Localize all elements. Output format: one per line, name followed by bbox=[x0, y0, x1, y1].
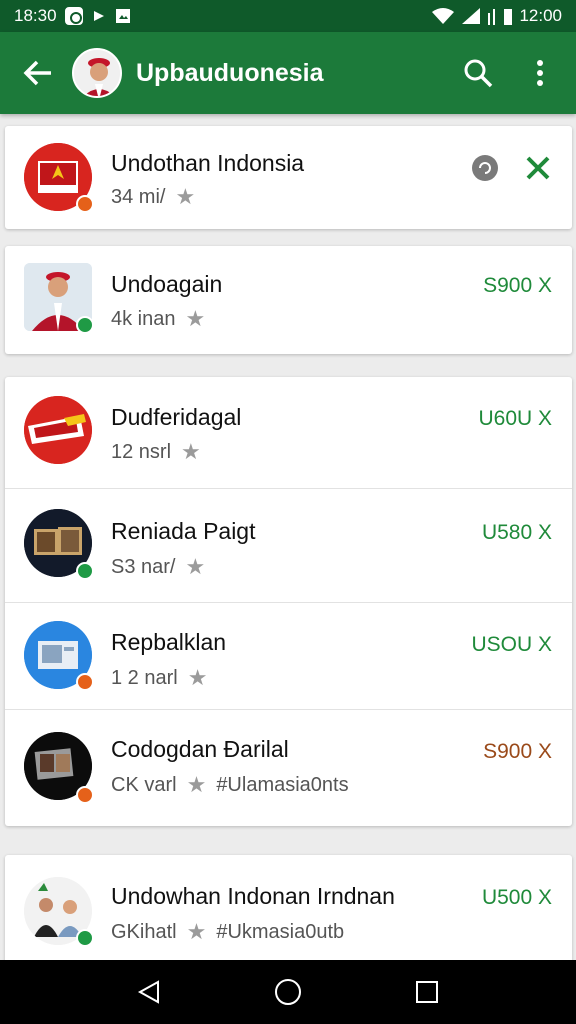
item-subtitle: CK varl ★ #Ulamasia0nts bbox=[111, 772, 349, 798]
star-icon: ★ bbox=[186, 772, 207, 797]
status-badge bbox=[76, 673, 94, 691]
item-subtitle: 12 nsrl ★ bbox=[111, 439, 201, 465]
item-price[interactable]: U580 X bbox=[482, 521, 552, 545]
notification-arrow-icon bbox=[93, 11, 104, 21]
signal-bars-icon bbox=[488, 9, 496, 25]
star-icon: ★ bbox=[187, 665, 208, 690]
overflow-menu-button[interactable] bbox=[518, 51, 562, 95]
list-item[interactable]: Repbalklan 1 2 narl ★ USOU X bbox=[5, 603, 572, 709]
item-title: Reniada Paigt bbox=[111, 518, 256, 544]
item-title: Dudferidagal bbox=[111, 404, 242, 430]
notification-app-icon bbox=[64, 7, 83, 25]
status-badge bbox=[76, 195, 94, 213]
square-recents-icon bbox=[415, 981, 438, 1003]
app-title: Upbauduonesia bbox=[136, 58, 324, 87]
item-card: Dudferidagal 12 nsrl ★ U60U X Reniada Pa… bbox=[5, 377, 572, 826]
item-price[interactable]: USOU X bbox=[471, 633, 552, 657]
sync-glyph-icon bbox=[479, 162, 491, 174]
search-button[interactable] bbox=[456, 51, 500, 95]
list-item[interactable]: Codogdan Ɖarilal CK varl ★ #Ulamasia0nts… bbox=[5, 710, 572, 826]
nav-recents-button[interactable] bbox=[407, 972, 447, 1012]
item-subtitle: 4k inan ★ bbox=[111, 306, 205, 332]
status-time-left: 18:30 bbox=[14, 6, 57, 25]
circle-home-icon bbox=[274, 979, 301, 1005]
app-bar: Upbauduonesia bbox=[0, 32, 576, 114]
item-subtitle: S3 nar/ ★ bbox=[111, 554, 205, 580]
item-hashtag[interactable]: #Ulamasia0nts bbox=[216, 774, 348, 797]
list-item[interactable]: Undothan Indonsia 34 mi/ ★ bbox=[5, 126, 572, 229]
arrow-left-icon bbox=[23, 60, 51, 86]
nav-home-button[interactable] bbox=[268, 972, 308, 1012]
item-title: Undothan Indonsia bbox=[111, 150, 305, 176]
status-bar: 18:30 12:00 bbox=[0, 0, 576, 32]
item-hashtag[interactable]: #Ukmasia0utb bbox=[216, 921, 344, 944]
item-meta: GKihatl bbox=[111, 920, 177, 943]
battery-icon bbox=[504, 9, 513, 25]
item-card: Undowhan Indonan Irndnan GKihatl ★ #Ukma… bbox=[5, 855, 572, 965]
wifi-icon bbox=[432, 8, 455, 24]
status-time-right: 12:00 bbox=[519, 6, 562, 25]
verified-badge bbox=[76, 929, 94, 947]
star-icon: ★ bbox=[175, 184, 196, 209]
person-avatar-icon bbox=[74, 50, 120, 96]
item-card: Undoagain 4k inan ★ S900 X bbox=[5, 246, 572, 354]
signal-icon bbox=[462, 8, 481, 24]
star-icon: ★ bbox=[185, 554, 206, 579]
item-subtitle: GKihatl ★ #Ukmasia0utb bbox=[111, 919, 344, 945]
item-meta: CK varl bbox=[111, 773, 177, 796]
notification-image-icon bbox=[115, 9, 130, 23]
list-item[interactable]: Reniada Paigt S3 nar/ ★ U580 X bbox=[5, 489, 572, 602]
item-meta: 4k inan bbox=[111, 307, 176, 330]
list-item[interactable]: Dudferidagal 12 nsrl ★ U60U X bbox=[5, 377, 572, 488]
item-price[interactable]: U500 X bbox=[482, 886, 552, 910]
close-icon bbox=[526, 156, 550, 180]
star-icon: ★ bbox=[186, 919, 207, 944]
list-item[interactable]: Undoagain 4k inan ★ S900 X bbox=[5, 246, 572, 354]
star-icon: ★ bbox=[181, 439, 201, 464]
item-subtitle: 34 mi/ ★ bbox=[111, 184, 195, 210]
item-title: Undowhan Indonan Irndnan bbox=[111, 883, 395, 909]
system-nav-bar bbox=[0, 960, 576, 1024]
star-icon: ★ bbox=[185, 306, 206, 331]
close-button[interactable] bbox=[520, 150, 556, 186]
sync-icon[interactable] bbox=[472, 155, 498, 181]
item-meta: 1 2 narl bbox=[111, 666, 178, 689]
item-card: Undothan Indonsia 34 mi/ ★ bbox=[5, 126, 572, 229]
item-meta: 34 mi/ bbox=[111, 185, 166, 208]
item-subtitle: 1 2 narl ★ bbox=[111, 665, 207, 691]
item-thumbnail bbox=[24, 396, 92, 464]
back-button[interactable] bbox=[14, 49, 62, 97]
more-vert-icon bbox=[537, 60, 543, 86]
item-meta: S3 nar/ bbox=[111, 555, 176, 578]
triangle-back-icon bbox=[138, 980, 160, 1004]
item-title: Undoagain bbox=[111, 271, 223, 297]
status-badge bbox=[76, 786, 94, 804]
item-meta: 12 nsrl bbox=[111, 440, 172, 463]
item-price[interactable]: S900 X bbox=[483, 274, 552, 298]
channel-avatar[interactable] bbox=[72, 48, 122, 98]
list-item[interactable]: Undowhan Indonan Irndnan GKihatl ★ #Ukma… bbox=[5, 855, 572, 965]
item-title: Repbalklan bbox=[111, 629, 227, 655]
red-emblem-icon bbox=[24, 396, 92, 464]
verified-badge bbox=[76, 316, 94, 334]
nav-back-button[interactable] bbox=[129, 972, 169, 1012]
item-price[interactable]: U60U X bbox=[478, 407, 552, 431]
verified-badge bbox=[76, 562, 94, 580]
item-title: Codogdan Ɖarilal bbox=[111, 736, 289, 762]
item-price[interactable]: S900 X bbox=[483, 740, 552, 764]
search-icon bbox=[464, 59, 493, 88]
